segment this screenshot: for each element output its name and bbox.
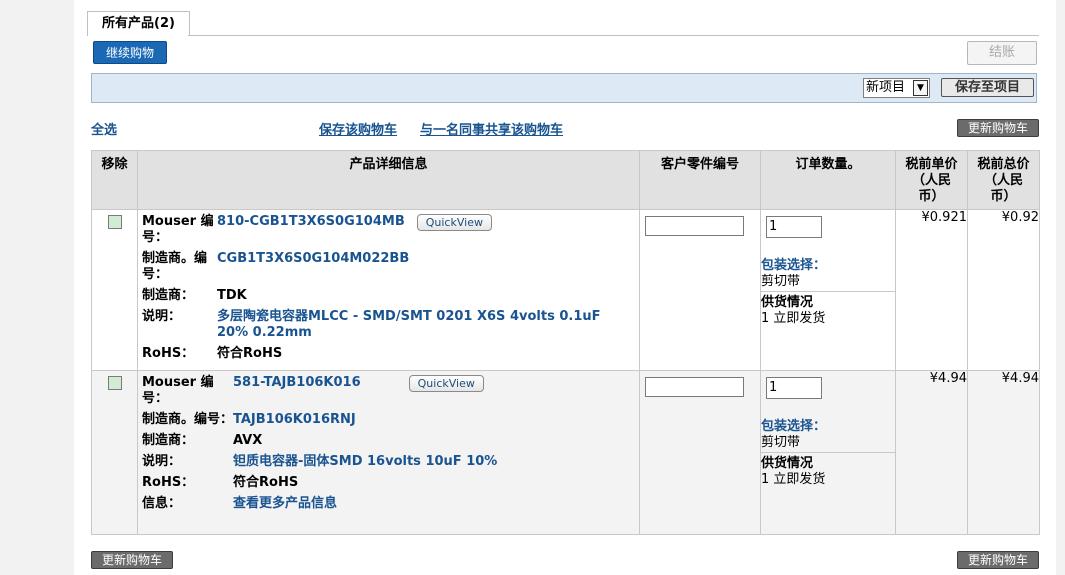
rohs-label: RoHS： [142, 475, 195, 490]
cart-table: 移除 产品详细信息 客户零件编号 订单数量。 税前单价（人民币） 税前总价（人民… [91, 150, 1040, 535]
save-cart-link[interactable]: 保存该购物车 [319, 119, 397, 138]
project-select[interactable]: 新项目 ▼ [863, 78, 930, 98]
select-all-link[interactable]: 全选 [91, 119, 117, 138]
description-link[interactable]: 钽质电容器-固体SMD 16volts 10uF 10% [233, 454, 635, 470]
tab-divider [188, 35, 1039, 36]
header-total-price: 税前总价（人民币） [967, 150, 1040, 210]
mfr-no-label: 制造商。编号： [142, 251, 208, 282]
remove-checkbox[interactable] [107, 376, 122, 390]
quantity-input[interactable]: 1 [766, 216, 822, 238]
save-to-project-button[interactable]: 保存至项目 [941, 78, 1034, 97]
share-cart-link[interactable]: 与一名同事共享该购物车 [420, 119, 563, 138]
rohs-label: RoHS： [142, 346, 195, 361]
customer-part-input[interactable] [645, 216, 744, 236]
mouser-no-label: Mouser 编号： [142, 375, 214, 406]
table-row: Mouser 编号： 810-CGB1T3X6S0G104MB QuickView… [91, 209, 1040, 371]
manufacturer-value: TDK [217, 288, 247, 303]
manufacturer-label: 制造商： [142, 433, 195, 448]
checkout-button[interactable]: 结账 [967, 41, 1037, 65]
unit-price: ¥0.921 [895, 209, 968, 371]
project-select-value: 新项目 [866, 80, 906, 95]
description-label: 说明： [142, 454, 182, 469]
product-details: Mouser 编号： 810-CGB1T3X6S0G104MB QuickView… [138, 210, 639, 362]
update-cart-button-top[interactable]: 更新购物车 [957, 119, 1039, 137]
continue-shopping-button[interactable]: 继续购物 [93, 41, 167, 64]
update-cart-button-bottom-right[interactable]: 更新购物车 [957, 551, 1039, 569]
table-header-row: 移除 产品详细信息 客户零件编号 订单数量。 税前单价（人民币） 税前总价（人民… [91, 150, 1040, 210]
remove-checkbox[interactable] [107, 215, 122, 229]
header-remove: 移除 [91, 150, 138, 210]
total-price: ¥0.92 [967, 209, 1040, 371]
mfr-no-link[interactable]: CGB1T3X6S0G104M022BB [217, 251, 635, 283]
packaging-value: 剪切带 [761, 274, 801, 289]
unit-price: ¥4.94 [895, 370, 968, 535]
mouser-no-label: Mouser 编号： [142, 214, 214, 245]
description-link[interactable]: 多层陶瓷电容器MLCC - SMD/SMT 0201 X6S 4volts 0.… [217, 309, 635, 341]
availability-value: 1 立即发货 [761, 311, 826, 326]
total-price: ¥4.94 [967, 370, 1040, 535]
rohs-value: 符合RoHS [233, 475, 299, 490]
chevron-down-icon[interactable]: ▼ [913, 80, 928, 96]
availability-value: 1 立即发货 [761, 472, 826, 487]
header-unit-price: 税前单价（人民币） [895, 150, 968, 210]
info-label: 信息： [142, 496, 182, 511]
quickview-button[interactable]: QuickView [416, 214, 492, 231]
mfr-no-link[interactable]: TAJB106K016RNJ [233, 412, 635, 428]
packaging-link[interactable]: 包装选择： [761, 419, 895, 435]
tab-all-products[interactable]: 所有产品(2) [87, 11, 190, 36]
availability: 供货情况 1 立即发货 [761, 452, 895, 488]
availability: 供货情况 1 立即发货 [761, 291, 895, 327]
rohs-value: 符合RoHS [217, 346, 283, 361]
header-details: 产品详细信息 [137, 150, 640, 210]
mouser-no-link[interactable]: 810-CGB1T3X6S0G104MB [217, 214, 405, 229]
mfr-no-label: 制造商。编号： [142, 412, 234, 427]
header-customer-part: 客户零件编号 [639, 150, 761, 210]
availability-label: 供货情况 [761, 295, 814, 310]
customer-part-input[interactable] [645, 377, 744, 397]
quickview-button[interactable]: QuickView [408, 375, 484, 392]
cart-page: 所有产品(2) 继续购物 结账 新项目 ▼ 保存至项目 全选 保存该购物车 与一… [74, 0, 1056, 575]
availability-label: 供货情况 [761, 456, 814, 471]
manufacturer-label: 制造商： [142, 288, 195, 303]
product-details: Mouser 编号： 581-TAJB106K016 QuickView 制造商。… [138, 371, 639, 512]
table-row: Mouser 编号： 581-TAJB106K016 QuickView 制造商。… [91, 370, 1040, 535]
packaging-value: 剪切带 [761, 435, 801, 450]
packaging-link[interactable]: 包装选择： [761, 258, 895, 274]
project-bar: 新项目 ▼ 保存至项目 [91, 73, 1037, 103]
header-quantity: 订单数量。 [760, 150, 896, 210]
description-label: 说明： [142, 309, 182, 324]
mouser-no-link[interactable]: 581-TAJB106K016 [233, 375, 361, 390]
more-info-link[interactable]: 查看更多产品信息 [233, 496, 635, 512]
manufacturer-value: AVX [233, 433, 263, 448]
update-cart-button-bottom-left[interactable]: 更新购物车 [91, 551, 173, 569]
quantity-input[interactable]: 1 [766, 377, 822, 399]
